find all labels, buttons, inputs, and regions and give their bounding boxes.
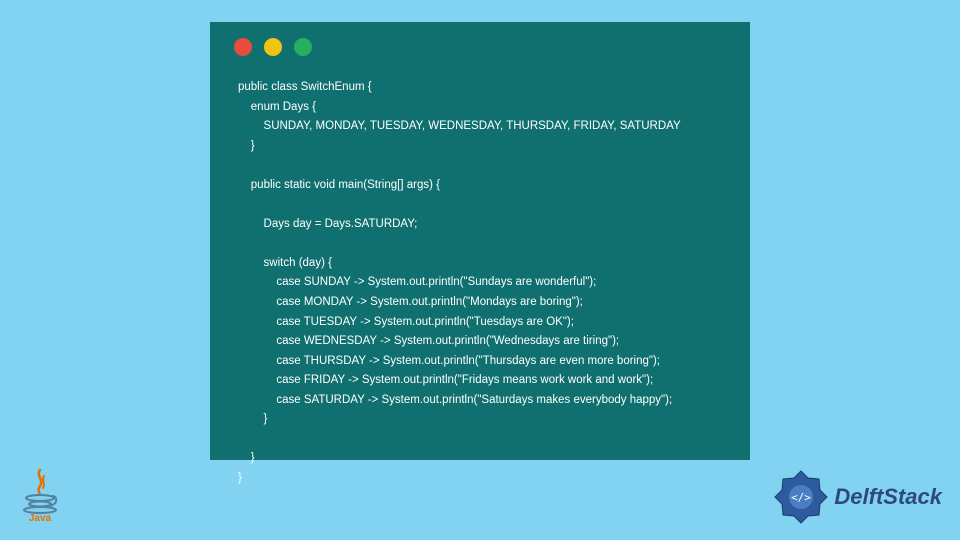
close-icon[interactable]: [234, 38, 252, 56]
delftstack-label: DelftStack: [834, 484, 942, 510]
delftstack-logo: </> DelftStack: [774, 470, 942, 524]
delftstack-badge-icon: </>: [774, 470, 828, 524]
minimize-icon[interactable]: [264, 38, 282, 56]
code-content: public class SwitchEnum { enum Days { SU…: [238, 78, 730, 488]
svg-text:</>: </>: [791, 491, 811, 504]
code-window: public class SwitchEnum { enum Days { SU…: [210, 22, 750, 460]
maximize-icon[interactable]: [294, 38, 312, 56]
java-logo-icon: Java: [18, 466, 62, 522]
java-label: Java: [29, 513, 52, 522]
window-controls: [234, 38, 312, 56]
